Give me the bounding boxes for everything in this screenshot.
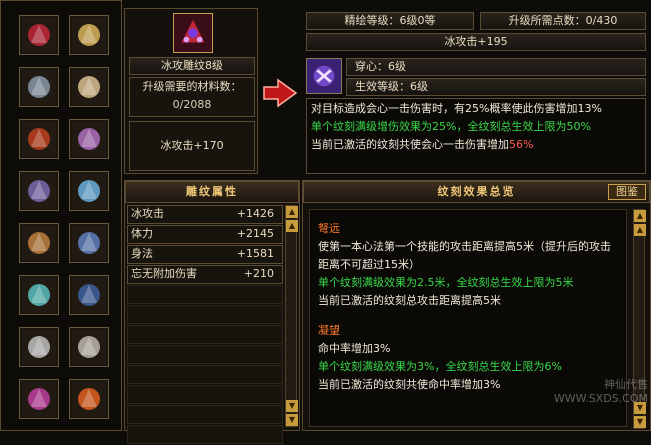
materials-label: 升级需要的材料数： bbox=[142, 80, 242, 93]
scroll-down-button[interactable]: ▼ bbox=[286, 414, 298, 426]
codex-button[interactable]: 图鉴 bbox=[608, 184, 646, 200]
boots-icon bbox=[72, 278, 106, 312]
attribute-row: 忘无附加伤害 +210 bbox=[127, 265, 283, 284]
attribute-row: 体力 +2145 bbox=[127, 225, 283, 244]
ruby-necklace-icon bbox=[22, 18, 56, 52]
upgrade-points: 升级所需点数：0/430 bbox=[480, 12, 646, 30]
attribute-row: 冰攻击 +1426 bbox=[127, 205, 283, 224]
attribute-row-empty bbox=[127, 385, 283, 404]
section-max: 单个纹刻满级效果为2.5米，全纹刻总生效上限为5米 bbox=[318, 276, 574, 289]
equipment-slot[interactable] bbox=[69, 119, 109, 159]
section-name: 凝望 bbox=[318, 324, 340, 337]
attribute-value: +1426 bbox=[236, 207, 274, 220]
attributes-scrollbar[interactable]: ▲ ▲ ▼ ▼ bbox=[285, 205, 298, 427]
desc-line3-value: 56% bbox=[509, 138, 534, 151]
attribute-name: 冰攻击 bbox=[131, 207, 164, 220]
effect-description: 对目标造成会心一击伤害时，有25%概率使此伤害增加13% 单个纹刻满级增伤效果为… bbox=[306, 98, 646, 174]
engrave-name: 冰攻雕纹8级 bbox=[129, 57, 255, 75]
scroll-up-button[interactable]: ▲ bbox=[286, 206, 298, 218]
section-max: 单个纹刻满级效果为3%，全纹刻总生效上限为6% bbox=[318, 360, 562, 373]
attributes-panel: 雕纹属性 冰攻击 +1426 体力 +2145 身法 +1581 忘无附加伤害 +210 ▲ … bbox=[124, 180, 300, 444]
attribute-value: +210 bbox=[243, 267, 274, 280]
attribute-row-empty bbox=[127, 325, 283, 344]
fire-orb-icon bbox=[72, 382, 106, 416]
equipment-slot[interactable] bbox=[19, 223, 59, 263]
watermark: 神仙代售 WWW.SXDS.COM bbox=[553, 378, 648, 405]
equipment-slot[interactable] bbox=[19, 171, 59, 211]
equipment-slot[interactable] bbox=[69, 223, 109, 263]
materials-value: 0/2088 bbox=[172, 98, 212, 111]
engrave-item-panel: 冰攻雕纹8级 升级需要的材料数： 0/2088 冰攻击+170 bbox=[124, 8, 258, 174]
diamond-ring-icon bbox=[72, 70, 106, 104]
equipment-slot[interactable] bbox=[69, 67, 109, 107]
attribute-row: 身法 +1581 bbox=[127, 245, 283, 264]
desc-line1: 对目标造成会心一击伤害时，有25%概率使此伤害增加13% bbox=[311, 102, 602, 115]
scroll-page-down-button[interactable]: ▼ bbox=[286, 400, 298, 412]
attributes-title: 雕纹属性 bbox=[125, 181, 299, 203]
effect-level: 生效等级：6级 bbox=[346, 78, 646, 96]
attribute-name: 忘无附加伤害 bbox=[131, 267, 197, 280]
helmet-icon bbox=[22, 226, 56, 260]
attribute-name: 体力 bbox=[131, 227, 153, 240]
attribute-row-empty bbox=[127, 425, 283, 444]
attribute-row-empty bbox=[127, 305, 283, 324]
gold-ring-icon bbox=[72, 18, 106, 52]
engrave-item-slot[interactable] bbox=[173, 13, 213, 53]
equipment-slot[interactable] bbox=[69, 15, 109, 55]
overview-section: 弩远使第一本心法第一个技能的攻击距离提高5米（提升后的攻击距离不可超过15米） 单… bbox=[318, 220, 618, 310]
purple-rune-icon bbox=[307, 59, 341, 93]
sword-icon bbox=[72, 174, 106, 208]
attribute-name: 身法 bbox=[131, 247, 153, 260]
equipment-slot[interactable] bbox=[19, 15, 59, 55]
crown-icon bbox=[22, 174, 56, 208]
next-bonus: 冰攻击+195 bbox=[306, 33, 646, 51]
equipment-slot[interactable] bbox=[19, 67, 59, 107]
desc-line3-prefix: 当前已激活的纹刻共使会心一击伤害增加 bbox=[311, 138, 509, 151]
attribute-value: +2145 bbox=[236, 227, 274, 240]
section-desc: 使第一本心法第一个技能的攻击距离提高5米（提升后的攻击距离不可超过15米） bbox=[318, 240, 611, 271]
equipment-slot[interactable] bbox=[69, 327, 109, 367]
attribute-row-empty bbox=[127, 365, 283, 384]
attributes-list: 冰攻击 +1426 体力 +2145 身法 +1581 忘无附加伤害 +210 bbox=[127, 205, 283, 445]
section-name: 弩远 bbox=[318, 222, 340, 235]
scroll-page-up-button[interactable]: ▲ bbox=[286, 220, 298, 232]
section-desc: 命中率增加3% bbox=[318, 342, 391, 355]
current-bonus-box: 冰攻击+170 bbox=[129, 121, 255, 171]
materials-box: 升级需要的材料数： 0/2088 bbox=[129, 77, 255, 117]
desc-line2: 单个纹刻满级增伤效果为25%，全纹刻总生效上限为50% bbox=[311, 120, 591, 133]
section-current: 当前已激活的纹刻总攻击距离提高5米 bbox=[318, 294, 501, 307]
overview-scroll-up-button[interactable]: ▲ bbox=[634, 210, 646, 222]
attribute-row-empty bbox=[127, 345, 283, 364]
crystal-staff-icon bbox=[22, 278, 56, 312]
bracer-icon bbox=[72, 122, 106, 156]
amulet-icon bbox=[22, 382, 56, 416]
equipment-slot[interactable] bbox=[19, 327, 59, 367]
current-bonus: 冰攻击+170 bbox=[160, 139, 224, 152]
equipment-slot[interactable] bbox=[19, 119, 59, 159]
attribute-row-empty bbox=[127, 405, 283, 424]
refine-level: 精绘等级：6级0等 bbox=[306, 12, 474, 30]
overview-scroll-down-button[interactable]: ▼ bbox=[634, 416, 646, 428]
heart-level: 穿心：6级 bbox=[346, 58, 646, 76]
equipment-slot[interactable] bbox=[69, 275, 109, 315]
overview-scroll-page-up-button[interactable]: ▲ bbox=[634, 224, 646, 236]
equipment-slot[interactable] bbox=[69, 171, 109, 211]
overview-title: 纹刻效果总览 bbox=[303, 181, 650, 203]
desc-line3: 当前已激活的纹刻共使会心一击伤害增加56% bbox=[311, 136, 641, 154]
jade-charm-icon bbox=[72, 330, 106, 364]
equipment-slot[interactable] bbox=[19, 275, 59, 315]
equipment-panel bbox=[0, 0, 122, 431]
upgrade-arrow-icon bbox=[262, 78, 298, 108]
engrave-gem-icon bbox=[174, 14, 212, 52]
jade-pendant-icon bbox=[22, 330, 56, 364]
equipment-slot[interactable] bbox=[69, 379, 109, 419]
belt-icon bbox=[22, 122, 56, 156]
equipment-slot[interactable] bbox=[19, 379, 59, 419]
attribute-value: +1581 bbox=[236, 247, 274, 260]
heart-skill-slot[interactable] bbox=[306, 58, 342, 94]
attribute-row-empty bbox=[127, 285, 283, 304]
armor-icon bbox=[22, 70, 56, 104]
gauntlet-icon bbox=[72, 226, 106, 260]
